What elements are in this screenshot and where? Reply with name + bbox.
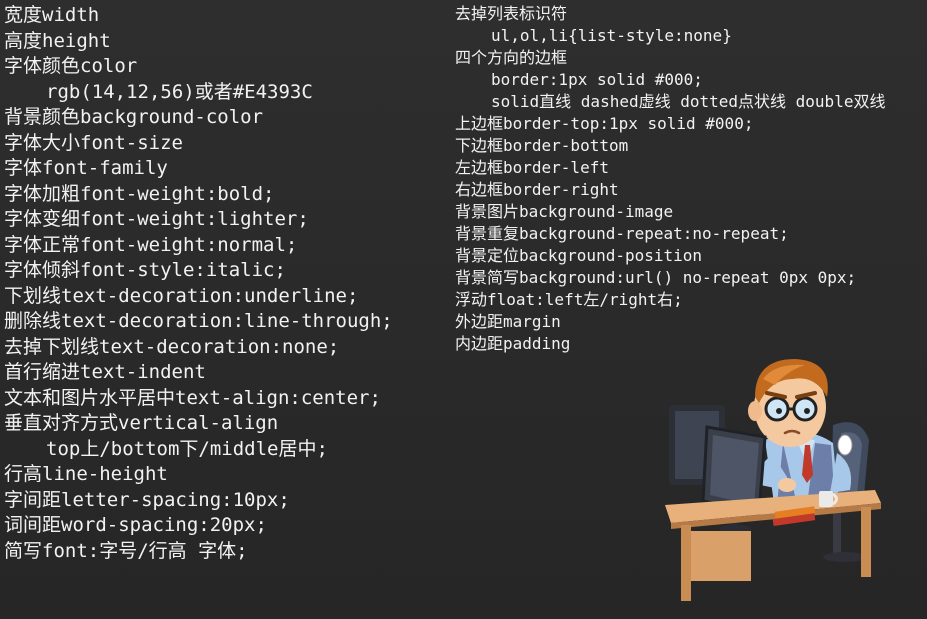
- note-line: ul,ol,li{list-style:none}: [491, 26, 732, 45]
- note-line: 浮动float:left左/right右;: [455, 290, 683, 309]
- note-line: solid直线 dashed虚线 dotted点状线 double双线: [491, 92, 886, 111]
- note-line: 四个方向的边框: [455, 48, 568, 67]
- note-line: 字体font-family: [4, 157, 168, 179]
- note-line: 字体正常font-weight:normal;: [4, 233, 298, 256]
- note-line: 外边距margin: [455, 312, 561, 331]
- note-line: 去掉下划线text-decoration:none;: [4, 335, 340, 358]
- note-line: 简写font:字号/行高 字体;: [4, 539, 248, 562]
- programmer-at-computer-icon: [655, 345, 895, 605]
- note-line: 高度height: [4, 29, 111, 52]
- note-line: 字体倾斜font-style:italic;: [4, 259, 286, 281]
- note-line: top上/bottom下/middle居中;: [46, 437, 328, 460]
- note-line: 字体大小font-size: [4, 131, 183, 154]
- css-notes-left-column: 宽度width 高度height 字体颜色color rgb(14,12,56)…: [4, 3, 444, 564]
- note-line: 上边框border-top:1px solid #000;: [455, 114, 754, 133]
- note-line: 字体加粗font-weight:bold;: [4, 182, 275, 205]
- note-line: 下划线text-decoration:underline;: [4, 284, 359, 307]
- note-line: 背景简写background:url() no-repeat 0px 0px;: [455, 268, 857, 287]
- note-line: 首行缩进text-indent: [4, 361, 206, 383]
- note-line: 行高line-height: [4, 463, 168, 485]
- note-line: 背景定位background-position: [455, 246, 703, 265]
- note-line: rgb(14,12,56)或者#E4393C: [46, 80, 313, 103]
- note-line: 词间距word-spacing:20px;: [4, 514, 267, 536]
- note-line: 文本和图片水平居中text-align:center;: [4, 386, 381, 409]
- note-line: 背景颜色background-color: [4, 106, 264, 128]
- note-line: 字间距letter-spacing:10px;: [4, 488, 290, 511]
- note-line: 宽度width: [4, 4, 100, 26]
- note-line: 字体颜色color: [4, 55, 138, 77]
- note-line: 右边框border-right: [455, 180, 619, 199]
- note-line: border:1px solid #000;: [491, 70, 703, 89]
- note-line: 去掉列表标识符: [455, 4, 568, 23]
- note-line: 下边框border-bottom: [455, 136, 629, 155]
- css-notes-right-column: 去掉列表标识符 ul,ol,li{list-style:none} 四个方向的边…: [455, 3, 925, 355]
- note-line: 背景重复background-repeat:no-repeat;: [455, 224, 789, 243]
- note-line: 左边框border-left: [455, 158, 609, 177]
- note-line: 垂直对齐方式vertical-align: [4, 412, 279, 434]
- note-line: 删除线text-decoration:line-through;: [4, 310, 393, 332]
- note-line: 背景图片background-image: [455, 202, 674, 221]
- note-line: 字体变细font-weight:lighter;: [4, 208, 309, 230]
